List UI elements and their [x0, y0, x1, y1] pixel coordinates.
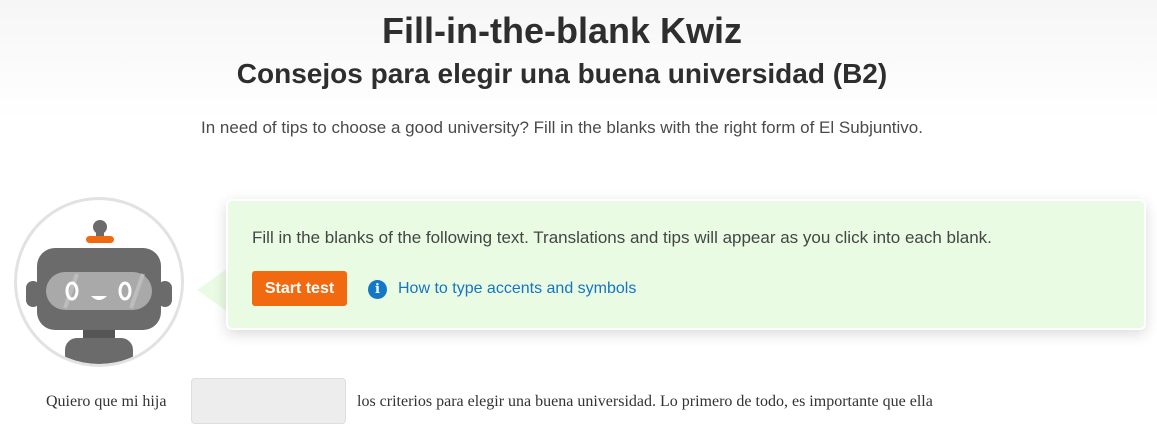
accents-help-link[interactable]: How to type accents and symbols: [398, 280, 636, 298]
info-icon[interactable]: i: [368, 280, 387, 299]
blank-input-1[interactable]: [191, 378, 346, 424]
start-test-button[interactable]: Start test: [252, 271, 347, 306]
exercise-text-before: Quiero que mi hija: [46, 393, 167, 410]
quiz-subtitle: Consejos para elegir una buena universid…: [236, 58, 888, 89]
exercise-text-after: los criterios para elegir una buena univ…: [357, 393, 933, 410]
robot-avatar: [14, 197, 184, 367]
page-title: Fill-in-the-blank Kwiz: [382, 10, 742, 51]
robot-mascot-icon: [26, 220, 172, 364]
speech-bubble-pointer: [197, 268, 228, 312]
quiz-intro: In need of tips to choose a good univers…: [201, 118, 923, 137]
instructions-card: Fill in the blanks of the following text…: [226, 199, 1146, 330]
instructions-text: Fill in the blanks of the following text…: [252, 228, 992, 247]
